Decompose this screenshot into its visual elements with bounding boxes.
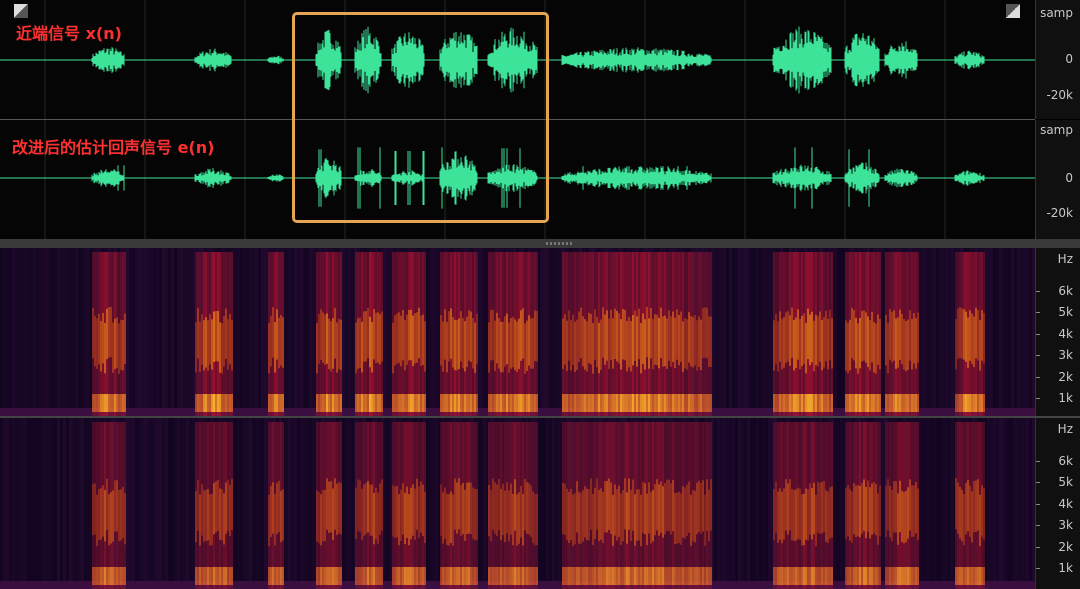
frequency-tick-mark <box>1036 461 1040 462</box>
amplitude-ruler-1: samp 0 -20k <box>1035 0 1080 119</box>
frequency-unit-label: Hz <box>1057 422 1073 436</box>
frequency-tick-label: 1k <box>1058 561 1073 575</box>
frequency-unit-label: Hz <box>1057 252 1073 266</box>
ruler-unit-label: samp <box>1040 123 1073 137</box>
amplitude-ruler-2: samp 0 -20k <box>1035 120 1080 239</box>
spectrogram-echo-estimate[interactable] <box>0 418 1035 589</box>
frequency-tick-label: 3k <box>1058 348 1073 363</box>
frequency-tick-label: 6k <box>1058 454 1073 468</box>
frequency-tick-label: 4k <box>1058 326 1073 341</box>
frequency-tick-label: 4k <box>1058 496 1073 511</box>
divider-grip-icon[interactable] <box>546 242 574 245</box>
spectrogram-image-near-end <box>0 248 1035 416</box>
frequency-tick-mark <box>1036 398 1040 399</box>
frequency-ruler-1: Hz 6k 5k 4k 3k 2k 1k <box>1035 248 1080 416</box>
frequency-tick-mark <box>1036 568 1040 569</box>
echo-estimate-label: 改进后的估计回声信号 e(n) <box>12 138 215 157</box>
frequency-tick-label: 3k <box>1058 518 1073 533</box>
frequency-tick-mark <box>1036 376 1040 378</box>
frequency-tick-label: 6k <box>1058 284 1073 298</box>
frequency-tick-label: 2k <box>1058 369 1073 384</box>
frequency-tick-mark <box>1036 503 1040 505</box>
frequency-tick-mark <box>1036 291 1040 292</box>
spectrogram-image-echo-estimate <box>0 418 1035 589</box>
ruler-zero-label: 0 <box>1065 171 1073 185</box>
ruler-neg-label: -20k <box>1046 206 1073 220</box>
near-end-signal-label: 近端信号 x(n) <box>16 24 122 43</box>
panel-divider[interactable] <box>0 239 1080 248</box>
frequency-tick-mark <box>1036 355 1040 357</box>
frequency-tick-mark <box>1036 312 1040 314</box>
frequency-tick-label: 5k <box>1058 475 1073 490</box>
frequency-tick-mark <box>1036 546 1040 548</box>
frequency-tick-mark <box>1036 333 1040 335</box>
frequency-tick-mark <box>1036 525 1040 527</box>
frequency-ruler-2: Hz 6k 5k 4k 3k 2k 1k <box>1035 418 1080 589</box>
ruler-zero-label: 0 <box>1065 52 1073 66</box>
frequency-tick-label: 1k <box>1058 391 1073 405</box>
left-handle-icon[interactable] <box>14 4 28 18</box>
frequency-tick-mark <box>1036 482 1040 484</box>
right-handle-icon[interactable] <box>1006 4 1020 18</box>
ruler-neg-label: -20k <box>1046 88 1073 102</box>
selection-highlight-box[interactable] <box>292 12 549 223</box>
frequency-tick-label: 5k <box>1058 305 1073 320</box>
frequency-tick-label: 2k <box>1058 539 1073 554</box>
ruler-unit-label: samp <box>1040 6 1073 20</box>
spectrogram-near-end[interactable] <box>0 248 1035 416</box>
